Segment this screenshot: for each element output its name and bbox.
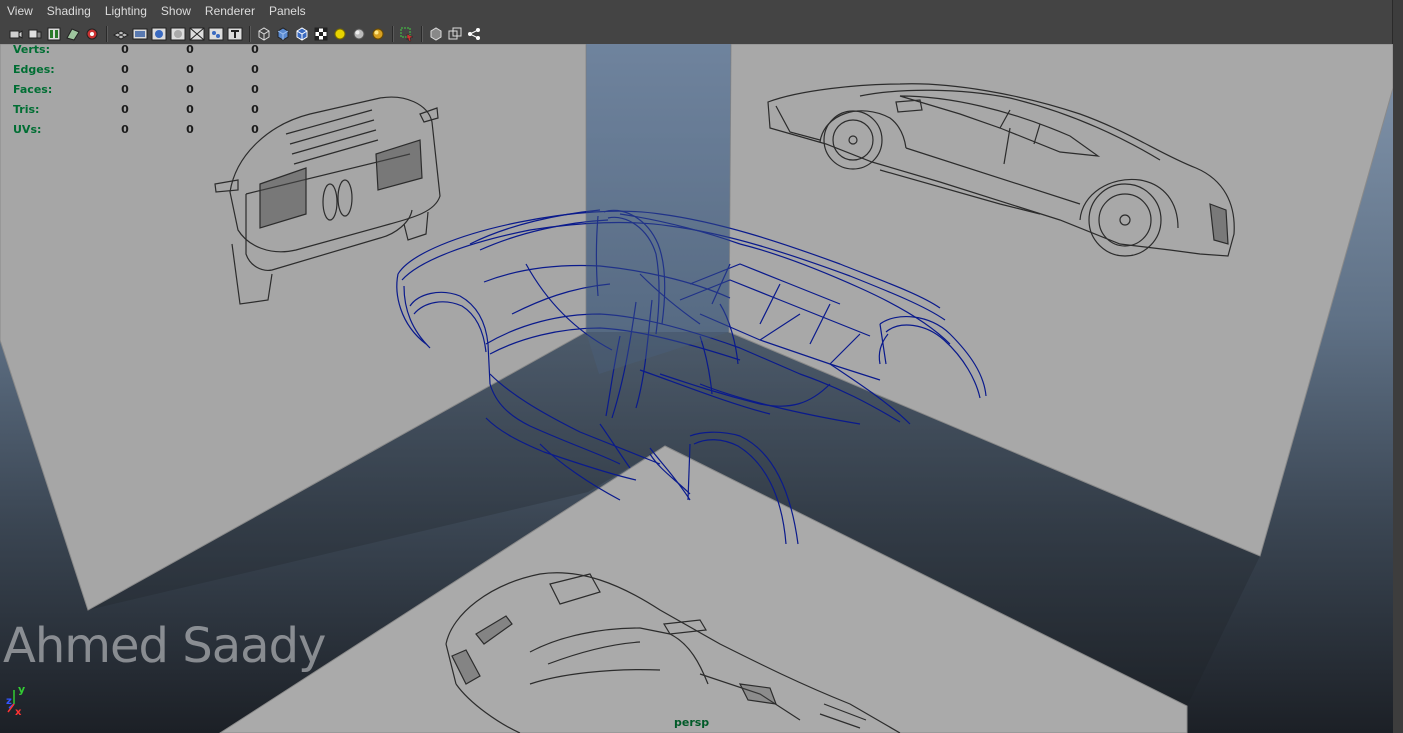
resolution-gate-icon[interactable] bbox=[151, 26, 167, 42]
gate-mask-icon[interactable] bbox=[170, 26, 186, 42]
viewport-menu-bar: View Shading Lighting Show Renderer Pane… bbox=[0, 0, 1403, 24]
hud-value: 0 bbox=[186, 44, 194, 56]
menu-panels[interactable]: Panels bbox=[262, 0, 313, 23]
shadows-icon[interactable] bbox=[351, 26, 367, 42]
two-d-pan-zoom-icon[interactable] bbox=[84, 26, 100, 42]
view-column-shadow bbox=[586, 44, 731, 374]
field-chart-icon[interactable] bbox=[189, 26, 205, 42]
xray-icon[interactable] bbox=[428, 26, 444, 42]
hud-value: 0 bbox=[121, 44, 129, 56]
hud-label: Faces: bbox=[13, 83, 53, 96]
camera-attributes-icon[interactable] bbox=[27, 26, 43, 42]
panel-scroll-edge[interactable] bbox=[1392, 0, 1403, 733]
axis-y-label: y bbox=[18, 683, 25, 696]
textured-icon[interactable] bbox=[313, 26, 329, 42]
high-quality-icon[interactable] bbox=[370, 26, 386, 42]
toolbar-separator bbox=[421, 25, 423, 42]
hud-value: 0 bbox=[251, 63, 259, 76]
image-plane-icon[interactable] bbox=[65, 26, 81, 42]
toolbar-separator bbox=[392, 25, 394, 42]
axis-z-label: z bbox=[6, 696, 12, 707]
toolbar-separator bbox=[249, 25, 251, 42]
smooth-shade-icon[interactable] bbox=[275, 26, 291, 42]
xray-joints-icon[interactable] bbox=[447, 26, 463, 42]
menu-lighting[interactable]: Lighting bbox=[98, 0, 154, 23]
hud-label: Tris: bbox=[13, 103, 40, 116]
select-camera-icon[interactable] bbox=[8, 26, 24, 42]
hud-value: 0 bbox=[186, 83, 194, 96]
menu-view[interactable]: View bbox=[0, 0, 40, 23]
camera-name-label: persp bbox=[674, 716, 710, 729]
panel-toolbar bbox=[0, 23, 1403, 44]
hud-value: 0 bbox=[121, 123, 129, 136]
hud-value: 0 bbox=[251, 83, 259, 96]
wireframe-icon[interactable] bbox=[256, 26, 272, 42]
safe-action-icon[interactable] bbox=[208, 26, 224, 42]
hud-label: Verts: bbox=[13, 44, 51, 56]
hud-value: 0 bbox=[186, 103, 194, 116]
film-gate-icon[interactable] bbox=[132, 26, 148, 42]
isolate-select-icon[interactable] bbox=[399, 26, 415, 42]
bookmark-icon[interactable] bbox=[46, 26, 62, 42]
view-axis-icon: y z x bbox=[6, 683, 25, 716]
safe-title-icon[interactable] bbox=[227, 26, 243, 42]
hud-value: 0 bbox=[251, 44, 259, 56]
grid-icon[interactable] bbox=[113, 26, 129, 42]
hud-value: 0 bbox=[121, 103, 129, 116]
hud-value: 0 bbox=[251, 123, 259, 136]
hud-value: 0 bbox=[121, 63, 129, 76]
hud-value: 0 bbox=[186, 123, 194, 136]
xray-components-icon[interactable] bbox=[466, 26, 482, 42]
shaded-wireframe-icon[interactable] bbox=[294, 26, 310, 42]
author-watermark: Ahmed Saady bbox=[3, 618, 326, 674]
hud-value: 0 bbox=[251, 103, 259, 116]
use-all-lights-icon[interactable] bbox=[332, 26, 348, 42]
hud-label: UVs: bbox=[13, 123, 42, 136]
hud-value: 0 bbox=[121, 83, 129, 96]
menu-show[interactable]: Show bbox=[154, 0, 198, 23]
toolbar-separator bbox=[106, 25, 108, 42]
perspective-viewport[interactable]: Verts: 0 0 0 Edges: 0 0 0 Faces: 0 0 0 T… bbox=[0, 44, 1393, 733]
menu-renderer[interactable]: Renderer bbox=[198, 0, 262, 23]
hud-value: 0 bbox=[186, 63, 194, 76]
hud-label: Edges: bbox=[13, 63, 55, 76]
axis-x-label: x bbox=[15, 707, 22, 716]
menu-shading[interactable]: Shading bbox=[40, 0, 98, 23]
